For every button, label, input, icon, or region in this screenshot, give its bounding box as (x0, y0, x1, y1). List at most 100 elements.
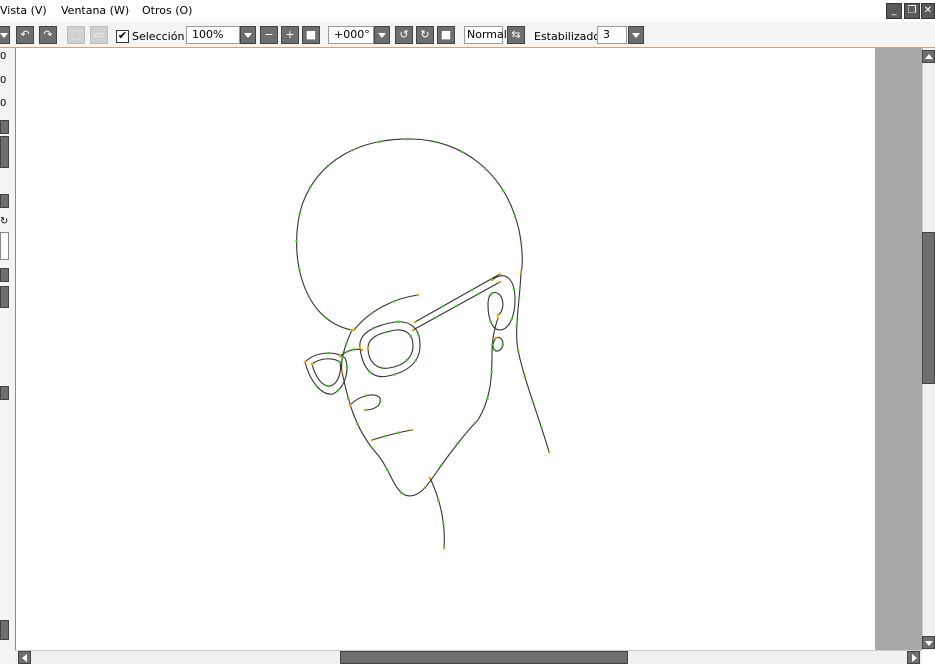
control-point[interactable] (501, 189, 505, 192)
control-point[interactable] (473, 421, 477, 425)
control-point[interactable] (510, 317, 514, 321)
control-point[interactable] (345, 342, 348, 345)
control-point[interactable] (307, 295, 311, 298)
control-point[interactable] (433, 316, 437, 320)
scroll-left-button[interactable] (18, 651, 31, 664)
control-point[interactable] (498, 272, 502, 276)
control-point[interactable] (416, 293, 420, 297)
control-point[interactable] (519, 242, 523, 246)
control-point[interactable] (494, 336, 498, 340)
control-point[interactable] (417, 334, 421, 337)
control-point[interactable] (385, 468, 389, 472)
control-point[interactable] (405, 359, 408, 362)
control-point[interactable] (358, 346, 362, 350)
control-point[interactable] (298, 212, 302, 215)
vertical-scroll-thumb[interactable] (922, 232, 935, 384)
control-point[interactable] (327, 351, 331, 355)
control-point[interactable] (442, 304, 445, 308)
control-point[interactable] (383, 434, 387, 438)
control-point[interactable] (325, 317, 328, 320)
control-point[interactable] (363, 408, 367, 412)
control-point[interactable] (490, 370, 493, 374)
control-point[interactable] (303, 360, 307, 364)
control-point[interactable] (310, 362, 314, 366)
control-point[interactable] (547, 450, 551, 454)
control-point[interactable] (406, 137, 409, 141)
control-point[interactable] (340, 370, 344, 374)
control-point[interactable] (378, 400, 382, 404)
control-point[interactable] (491, 343, 494, 346)
horizontal-scroll-thumb[interactable] (340, 651, 628, 664)
control-point[interactable] (496, 316, 500, 320)
control-point[interactable] (513, 214, 517, 218)
control-point[interactable] (327, 384, 331, 388)
control-point[interactable] (378, 140, 381, 143)
control-point[interactable] (486, 397, 489, 401)
control-point[interactable] (352, 348, 356, 351)
control-point[interactable] (380, 366, 384, 370)
control-point[interactable] (437, 499, 440, 502)
control-point[interactable] (360, 348, 364, 352)
control-point[interactable] (309, 185, 312, 189)
control-point[interactable] (490, 278, 494, 282)
control-point[interactable] (352, 328, 356, 332)
control-point[interactable] (414, 359, 417, 362)
control-point[interactable] (498, 280, 502, 284)
control-point[interactable] (456, 442, 459, 445)
control-point[interactable] (515, 323, 519, 327)
control-point[interactable] (295, 240, 298, 243)
control-point[interactable] (397, 320, 401, 324)
control-point[interactable] (345, 350, 349, 354)
control-point[interactable] (385, 330, 388, 334)
control-point[interactable] (496, 313, 500, 317)
control-point[interactable] (434, 140, 438, 144)
control-point[interactable] (492, 348, 496, 351)
control-point[interactable] (523, 375, 527, 378)
control-point[interactable] (483, 167, 487, 170)
control-point[interactable] (338, 360, 342, 364)
control-point[interactable] (370, 438, 374, 442)
scroll-up-button[interactable] (922, 50, 935, 63)
control-point[interactable] (336, 389, 340, 392)
control-point[interactable] (470, 288, 474, 292)
control-point[interactable] (314, 384, 318, 387)
control-point[interactable] (338, 354, 342, 358)
control-point[interactable] (397, 431, 400, 435)
control-point[interactable] (517, 297, 521, 300)
control-point[interactable] (442, 522, 445, 526)
control-point[interactable] (461, 150, 464, 154)
control-point[interactable] (368, 370, 372, 374)
scroll-right-button[interactable] (907, 651, 920, 664)
head-sketch[interactable] (0, 0, 935, 664)
control-point[interactable] (455, 304, 458, 308)
control-point[interactable] (366, 346, 370, 350)
control-point[interactable] (439, 464, 443, 467)
control-point[interactable] (370, 446, 373, 449)
control-point[interactable] (372, 326, 376, 330)
control-point[interactable] (364, 394, 368, 398)
control-point[interactable] (356, 422, 359, 426)
control-point[interactable] (400, 491, 403, 495)
control-point[interactable] (345, 365, 349, 369)
control-point[interactable] (370, 311, 374, 315)
control-point[interactable] (512, 287, 516, 291)
control-point[interactable] (351, 148, 354, 152)
control-point[interactable] (516, 349, 520, 353)
control-point[interactable] (501, 343, 505, 347)
control-point[interactable] (413, 320, 417, 324)
control-point[interactable] (348, 403, 352, 407)
control-point[interactable] (491, 291, 494, 295)
control-point[interactable] (442, 546, 446, 550)
control-point[interactable] (409, 334, 413, 338)
control-point[interactable] (341, 356, 344, 359)
control-point[interactable] (411, 328, 415, 332)
control-point[interactable] (531, 400, 535, 404)
control-point[interactable] (393, 373, 396, 376)
control-point[interactable] (392, 300, 396, 303)
control-point[interactable] (428, 476, 432, 480)
control-point[interactable] (347, 397, 350, 400)
control-point[interactable] (410, 428, 414, 432)
scroll-down-button[interactable] (922, 636, 935, 649)
control-point[interactable] (477, 292, 480, 296)
control-point[interactable] (327, 164, 330, 167)
